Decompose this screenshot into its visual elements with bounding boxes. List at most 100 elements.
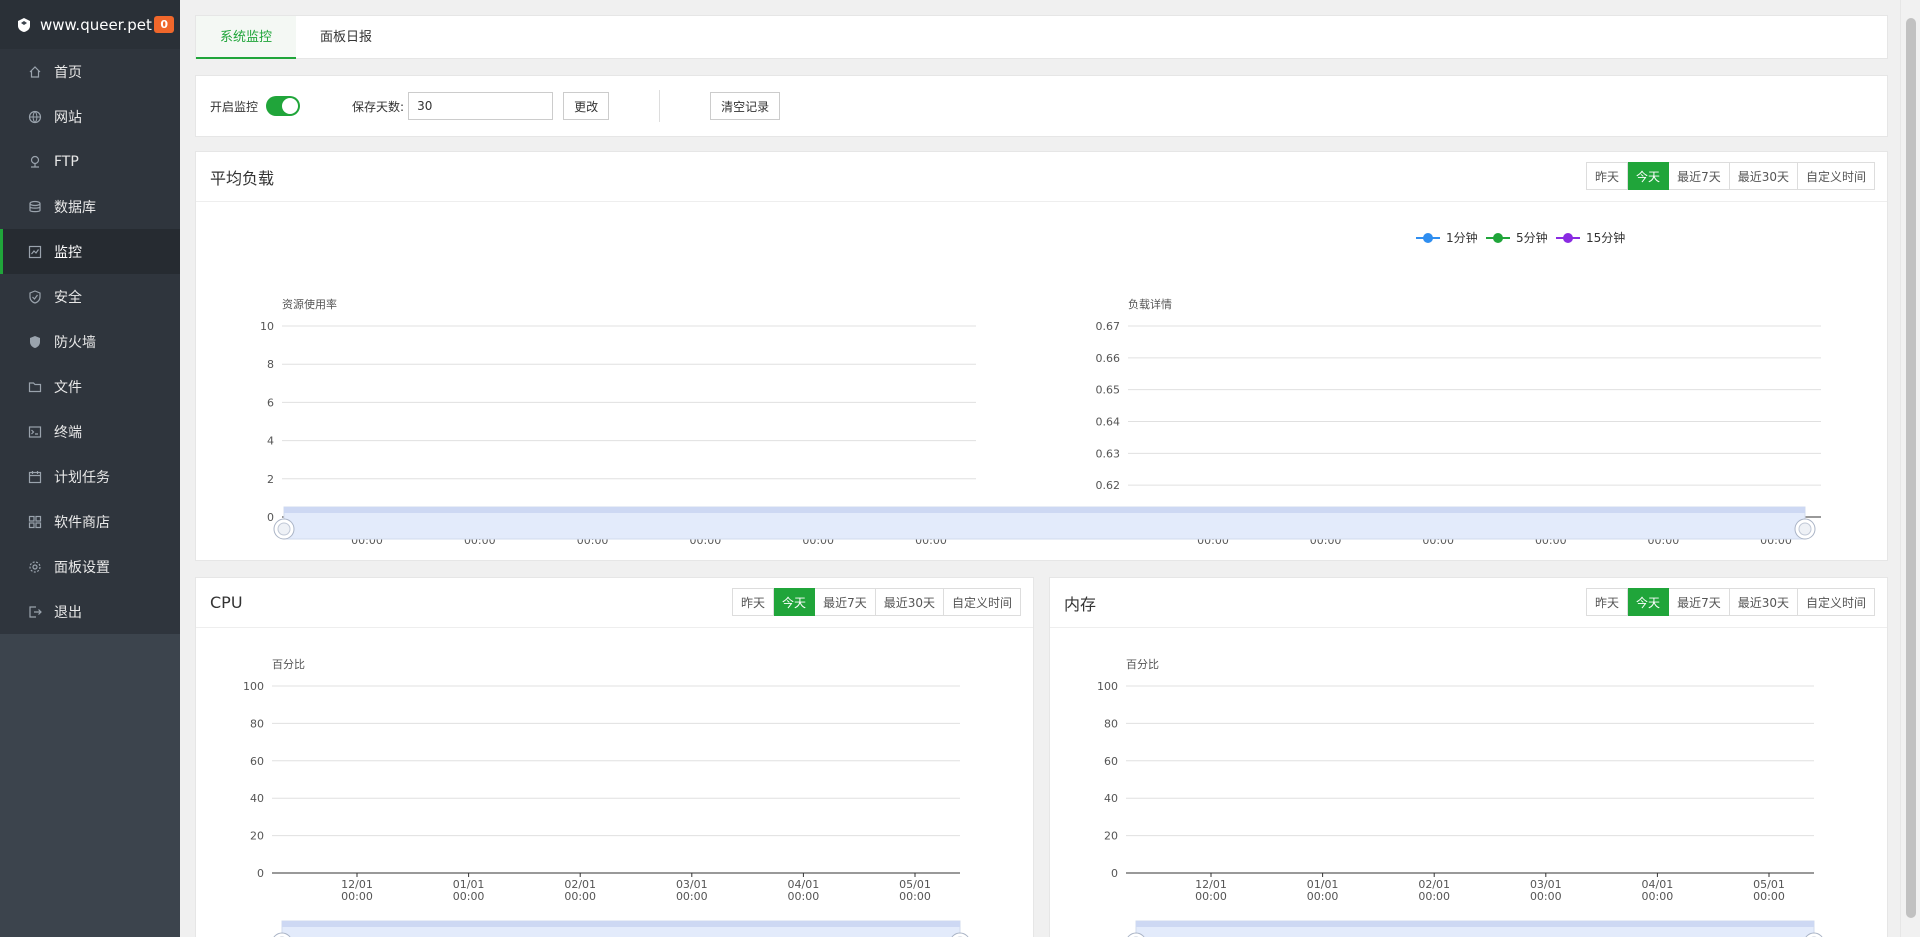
divider: [659, 90, 661, 122]
mem-xtick-time: 00:00: [1418, 890, 1450, 903]
cpu-datazoom-top: [282, 921, 960, 927]
legend-0-label: 1分钟: [1446, 230, 1478, 245]
mem-xtick-time: 00:00: [1530, 890, 1562, 903]
mem-range-4[interactable]: 自定义时间: [1797, 588, 1875, 616]
sidebar-item-label: 网站: [54, 109, 82, 126]
cpu-header: CPU 昨天 今天 最近7天 最近30天 自定义时间: [196, 578, 1033, 628]
tab-bar: 系统监控 面板日报: [195, 15, 1888, 59]
cpu-range-3[interactable]: 最近30天: [875, 588, 944, 616]
cpu-xtick-time: 00:00: [564, 890, 596, 903]
sidebar-item-label: 首页: [54, 64, 82, 81]
mem-xtick-time: 00:00: [1642, 890, 1674, 903]
sidebar-item-grid[interactable]: 软件商店: [0, 499, 180, 544]
globe-icon: [28, 110, 42, 124]
load-right-ytick: 0.65: [1096, 384, 1121, 397]
clear-records-button[interactable]: 清空记录: [710, 92, 781, 120]
sidebar-item-folder[interactable]: 文件: [0, 364, 180, 409]
firewall-icon: [28, 335, 42, 349]
load-datazoom-top: [284, 507, 1805, 513]
load-right-ytick: 0.67: [1096, 320, 1121, 333]
sidebar-item-label: 退出: [54, 604, 82, 621]
shield-icon: [28, 289, 42, 304]
cpu-title: CPU: [210, 593, 243, 612]
load-range-0[interactable]: 昨天: [1586, 162, 1629, 190]
sidebar-item-label: 面板设置: [54, 559, 110, 576]
mem-ytick: 80: [1104, 717, 1118, 730]
mem-xtick-time: 00:00: [1307, 890, 1339, 903]
mem-ytick: 40: [1104, 792, 1118, 805]
load-range-3[interactable]: 最近30天: [1729, 162, 1798, 190]
load-left-ytick: 6: [267, 396, 274, 409]
sidebar-item-gear[interactable]: 面板设置: [0, 544, 180, 589]
cpu-range-2[interactable]: 最近7天: [815, 588, 876, 616]
memory-chart: 百分比10080604020012/0100:0001/0100:0002/01…: [1097, 658, 1823, 937]
page-scrollbar[interactable]: [1900, 0, 1920, 937]
cpu-range-4[interactable]: 自定义时间: [943, 588, 1021, 616]
load-header: 平均负载 昨天 今天 最近7天 最近30天 自定义时间: [196, 152, 1887, 202]
sidebar-menu: 首页网站 FTP 数据库 监控安全防火墙文件 终端计划任务软件商店面板设置退出: [0, 49, 180, 634]
sidebar-item-label: 计划任务: [54, 469, 110, 486]
sidebar: www.queer.pet 0 首页网站 FTP 数据库 监控安全防火墙文件 终端计划任…: [0, 0, 180, 937]
sidebar-item-monitor[interactable]: 监控: [0, 229, 180, 274]
memory-header: 内存 昨天 今天 最近7天 最近30天 自定义时间: [1050, 578, 1887, 628]
brand-name[interactable]: www.queer.pet: [40, 16, 152, 34]
sidebar-item-label: 防火墙: [54, 334, 96, 351]
notification-badge[interactable]: 0: [154, 16, 174, 33]
cpu-range-0[interactable]: 昨天: [732, 588, 775, 616]
mem-range-3[interactable]: 最近30天: [1729, 588, 1798, 616]
sidebar-item-ftp[interactable]: FTP: [0, 139, 180, 184]
mem-xtick-time: 00:00: [1753, 890, 1785, 903]
scrollbar-thumb[interactable]: [1906, 18, 1916, 918]
sidebar-item-globe[interactable]: 网站: [0, 94, 180, 139]
load-right-ytick: 0.63: [1096, 447, 1121, 460]
monitor-toggle[interactable]: [266, 96, 301, 116]
sidebar-item-calendar[interactable]: 计划任务: [0, 454, 180, 499]
terminal-icon: [28, 425, 42, 439]
load-right-ytick: 0.66: [1096, 352, 1121, 365]
cpu-chart: 百分比10080604020012/0100:0001/0100:0002/01…: [243, 658, 969, 937]
retention-input[interactable]: 30: [408, 92, 554, 120]
cpu-ytick: 80: [250, 717, 264, 730]
legend-1-marker: [1493, 233, 1503, 243]
tab-system-monitor[interactable]: 系统监控: [196, 16, 297, 59]
cpu-ylabel: 百分比: [272, 658, 305, 671]
load-left-ytick: 8: [267, 358, 274, 371]
mem-ylabel: 百分比: [1126, 658, 1159, 671]
cpu-range-buttons: 昨天 今天 最近7天 最近30天 自定义时间: [732, 588, 1021, 616]
cpu-ytick: 0: [257, 867, 264, 880]
memory-range-buttons: 昨天 今天 最近7天 最近30天 自定义时间: [1586, 588, 1875, 616]
load-right-ylabel: 负载详情: [1128, 297, 1172, 311]
load-range-2[interactable]: 最近7天: [1669, 162, 1730, 190]
mem-ytick: 100: [1097, 680, 1118, 693]
sidebar-item-label: 安全: [54, 289, 82, 306]
change-button[interactable]: 更改: [563, 92, 610, 120]
mem-datazoom-top: [1136, 921, 1814, 927]
sidebar-item-label: 软件商店: [54, 514, 110, 531]
load-left-ytick: 10: [260, 320, 274, 333]
cpu-range-1[interactable]: 今天: [774, 588, 816, 616]
load-right-ytick: 0.62: [1096, 479, 1121, 492]
main-content: 系统监控 面板日报 开启监控 保存天数: 30 更改 清空记录 平均负载 昨天今…: [180, 0, 1900, 937]
sidebar-item-database[interactable]: 数据库: [0, 184, 180, 229]
mem-range-0[interactable]: 昨天: [1586, 588, 1629, 616]
sidebar-item-terminal[interactable]: 终端: [0, 409, 180, 454]
legend-2-label: 15分钟: [1586, 230, 1625, 245]
load-left-ytick: 4: [267, 435, 274, 448]
load-range-1[interactable]: 今天: [1628, 162, 1670, 190]
sidebar-item-logout[interactable]: 退出: [0, 589, 180, 634]
load-left-ytick: 2: [267, 473, 274, 486]
folder-icon: [28, 380, 42, 394]
tab-daily-report[interactable]: 面板日报: [296, 16, 396, 59]
sidebar-item-home[interactable]: 首页: [0, 49, 180, 94]
legend-0-marker: [1423, 233, 1433, 243]
sidebar-item-shield[interactable]: 安全: [0, 274, 180, 319]
load-range-buttons: 昨天 今天 最近7天 最近30天 自定义时间: [1586, 162, 1875, 190]
cpu-ytick: 100: [243, 680, 264, 693]
mem-range-1[interactable]: 今天: [1628, 588, 1670, 616]
cpu-xtick-time: 00:00: [341, 890, 373, 903]
load-range-4[interactable]: 自定义时间: [1797, 162, 1875, 190]
mem-range-2[interactable]: 最近7天: [1669, 588, 1730, 616]
sidebar-item-firewall[interactable]: 防火墙: [0, 319, 180, 364]
cpu-xtick-time: 00:00: [899, 890, 931, 903]
retention-label: 保存天数:: [352, 99, 405, 114]
